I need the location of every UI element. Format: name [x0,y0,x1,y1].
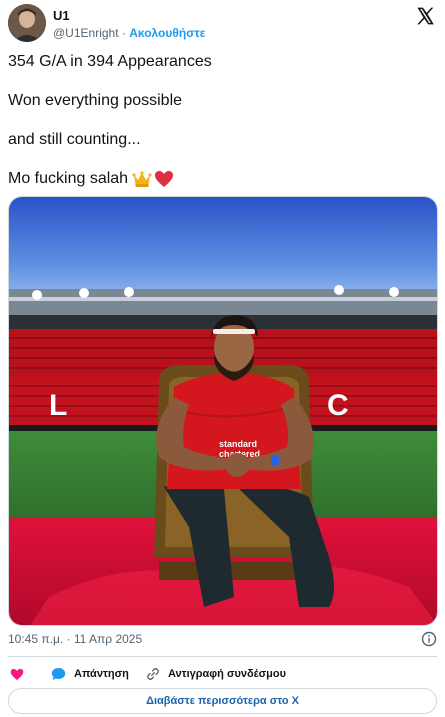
separator-dot: · [121,26,126,40]
read-more-button[interactable]: Διαβάστε περισσότερα στο Χ [8,688,437,714]
x-logo-icon[interactable] [415,6,435,26]
svg-text:standard: standard [219,439,257,449]
tweet-line-4-text: Mo fucking salah [8,170,129,187]
tweet-header: U1 @U1Enright · Ακολουθήστε [8,4,437,44]
reply-label: Απάντηση [74,668,129,680]
tweet-line-1: 354 G/A in 394 Appearances [8,53,212,70]
user-handle[interactable]: @U1Enright [53,26,119,40]
link-icon [147,668,159,680]
tweet-timestamp[interactable]: 10:45 π.μ. · 11 Απρ 2025 [8,632,142,646]
action-bar: Απάντηση Αντιγραφή συνδέσμου [8,664,437,684]
tweet-line-4: Mo fucking salah [8,170,174,188]
heart-icon [10,668,24,680]
avatar[interactable] [8,4,46,42]
tweet-media-image[interactable]: L C standard chartered [8,196,438,626]
like-button[interactable] [10,664,32,684]
copy-link-button[interactable]: Αντιγραφή συνδέσμου [146,664,286,684]
red-heart-emoji-icon [155,171,174,187]
display-name[interactable]: U1 [53,8,70,23]
reply-bubble-icon [51,668,66,680]
handle-line: @U1Enright · Ακολουθήστε [53,26,205,40]
reply-button[interactable]: Απάντηση [51,664,129,684]
crown-emoji-icon [132,171,152,187]
follow-button[interactable]: Ακολουθήστε [129,26,205,40]
divider [8,656,437,657]
stadium-photo: L C standard chartered [9,197,437,625]
svg-text:L: L [49,389,67,422]
tweet-line-2: Won everything possible [8,92,183,109]
info-icon[interactable] [421,631,437,647]
svg-text:C: C [327,389,349,422]
copy-link-label: Αντιγραφή συνδέσμου [168,668,287,680]
tweet-line-3: and still counting... [8,131,141,148]
avatar-photo [8,4,46,42]
